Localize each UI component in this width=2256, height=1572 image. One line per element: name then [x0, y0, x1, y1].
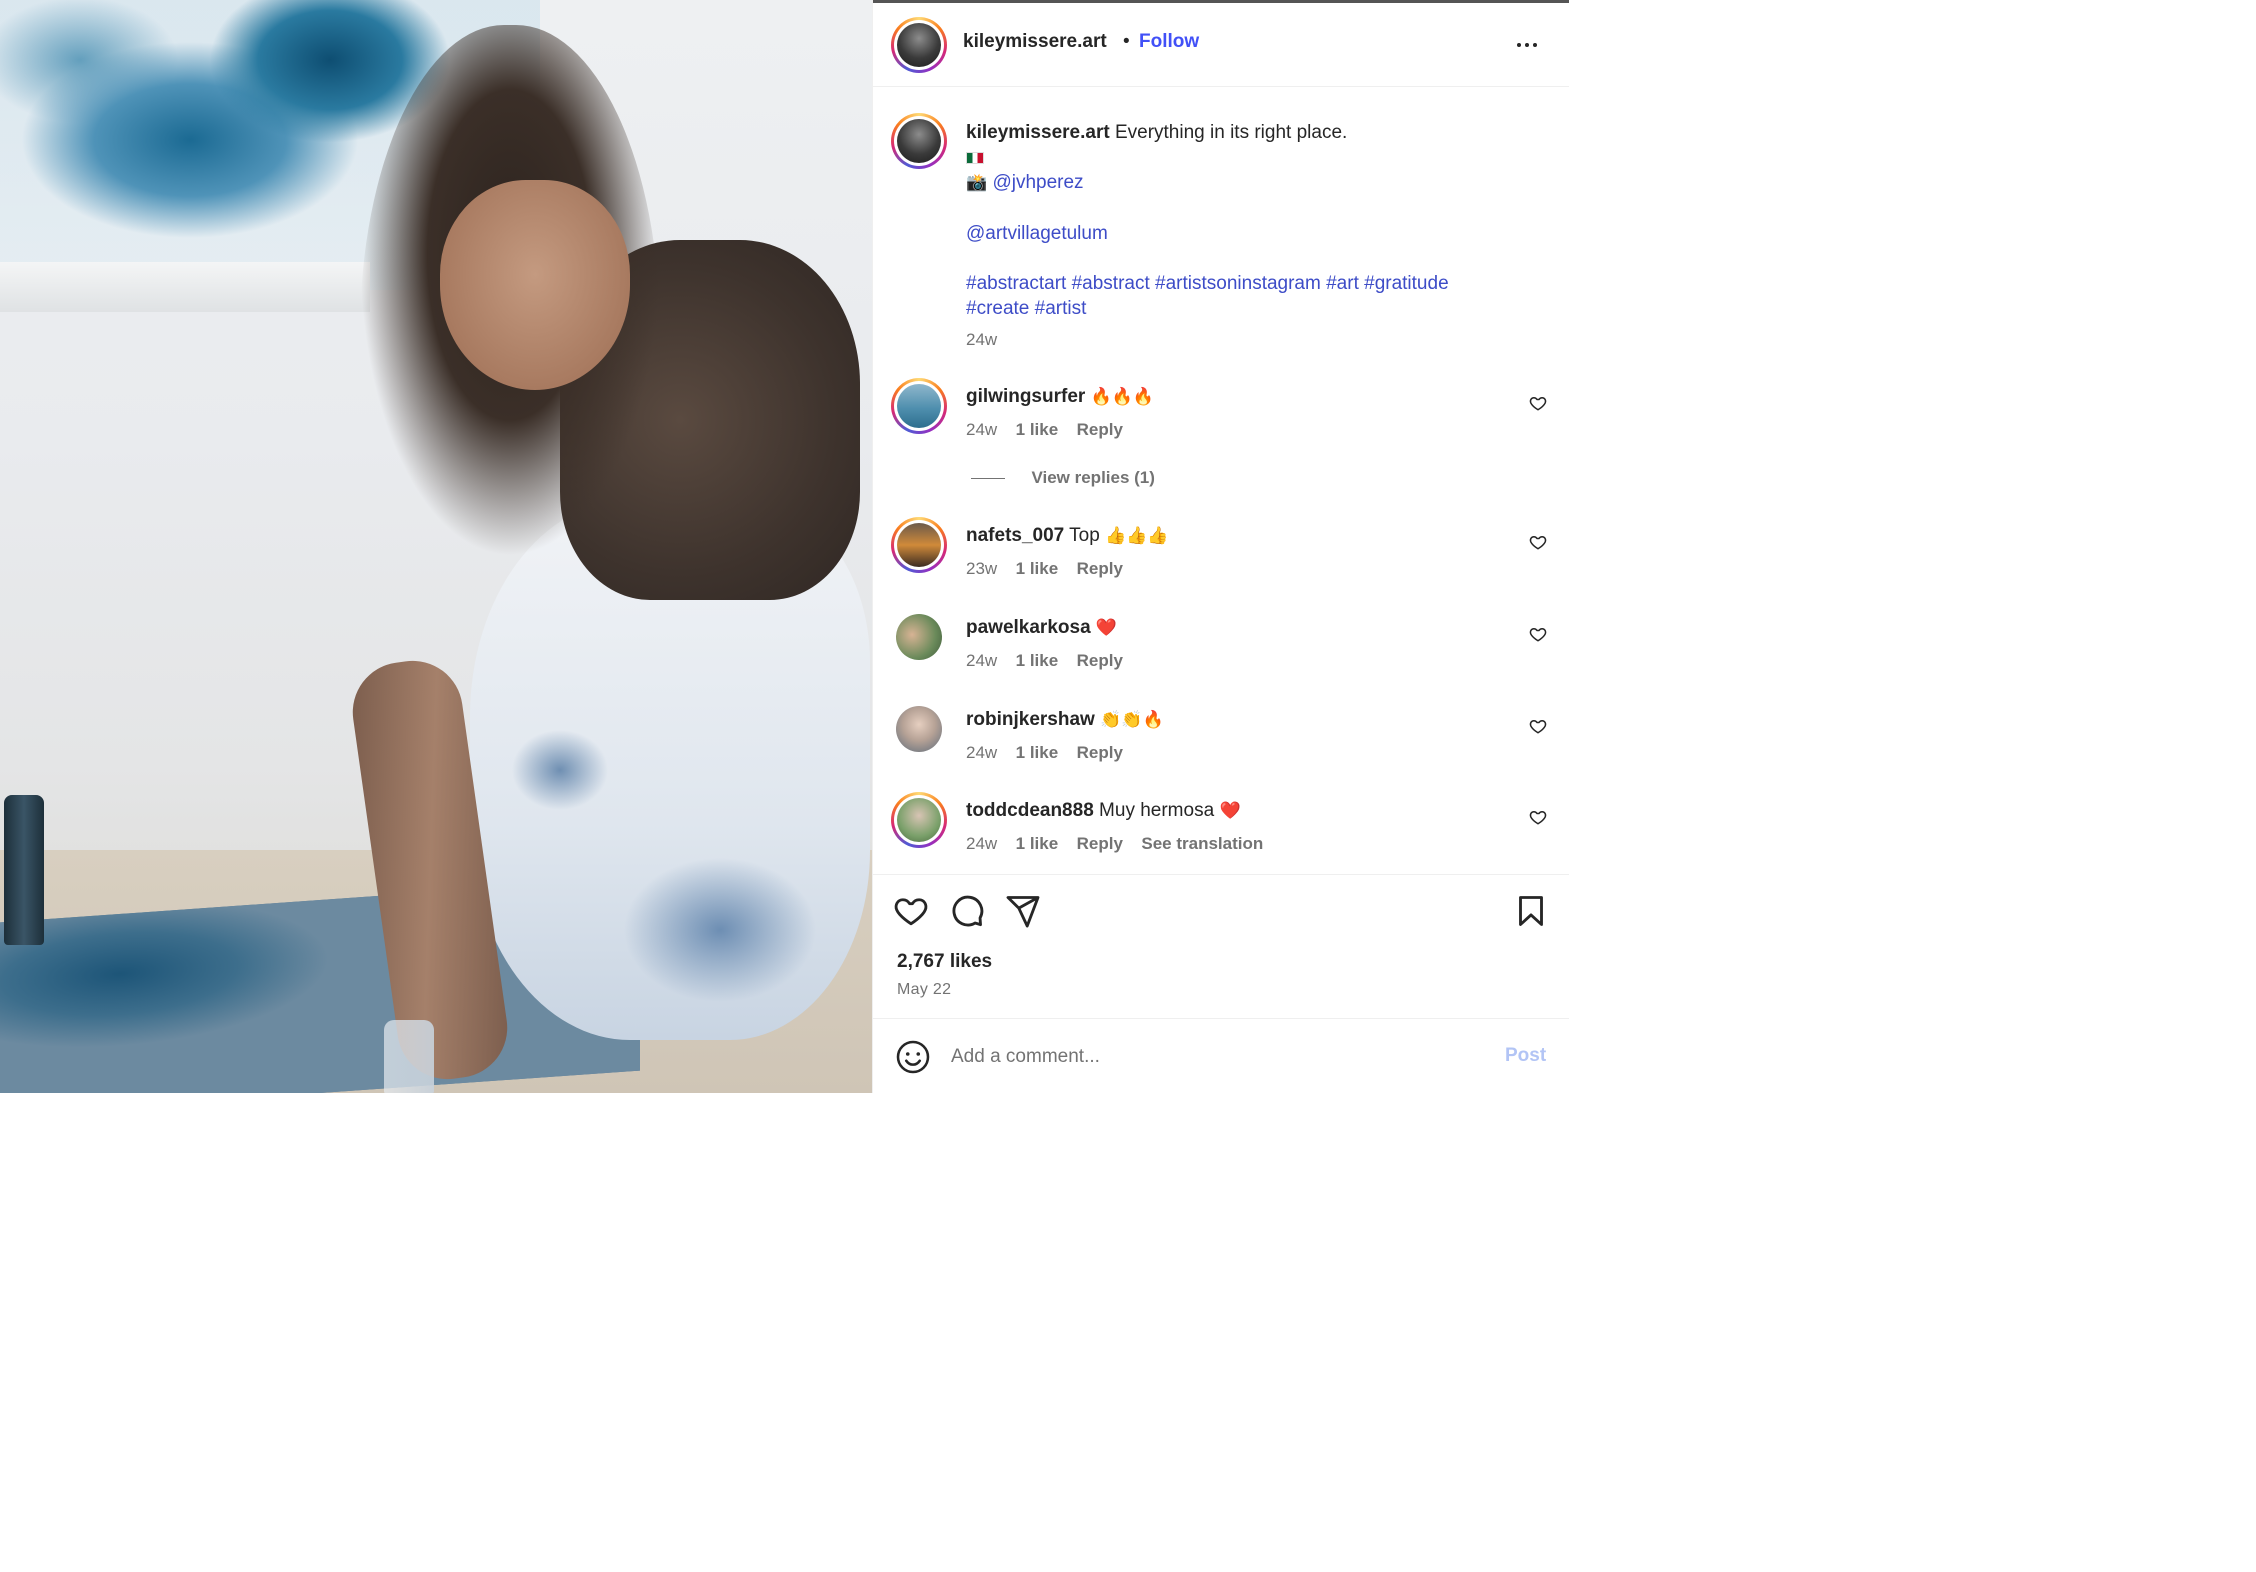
- comment-like-heart-icon[interactable]: [1529, 533, 1547, 551]
- view-replies-button[interactable]: View replies (1): [971, 468, 1155, 488]
- owner-username[interactable]: kileymissere.art: [963, 31, 1107, 53]
- post-side-panel: kileymissere.art • Follow kileymissere.a…: [872, 0, 1569, 1093]
- caption-time[interactable]: 24w: [966, 330, 997, 349]
- paint-bottle: [4, 795, 44, 945]
- comment-time[interactable]: 24w: [966, 743, 997, 762]
- bookmark-icon[interactable]: [1513, 893, 1549, 929]
- follow-button[interactable]: Follow: [1139, 31, 1199, 53]
- comment-input[interactable]: [951, 1041, 1471, 1073]
- reply-button[interactable]: Reply: [1077, 743, 1123, 762]
- comment-time[interactable]: 24w: [966, 834, 997, 853]
- commenter-username[interactable]: pawelkarkosa: [966, 617, 1091, 638]
- comment-time[interactable]: 23w: [966, 559, 997, 578]
- likes-count[interactable]: 2,767 likes: [897, 951, 992, 973]
- replies-dash: [971, 478, 1005, 480]
- comment-like-heart-icon[interactable]: [1529, 625, 1547, 643]
- caption: kileymissere.art Everything in its right…: [966, 120, 1546, 352]
- commenter-username[interactable]: gilwingsurfer: [966, 386, 1085, 407]
- commenter-avatar[interactable]: [896, 706, 942, 752]
- commenter-username[interactable]: nafets_007: [966, 525, 1064, 546]
- comment-likes[interactable]: 1 like: [1016, 651, 1059, 670]
- comment-emoji: ❤️: [1095, 618, 1118, 638]
- paper-plane-icon[interactable]: [1005, 893, 1041, 929]
- mexico-flag-icon: [966, 151, 984, 164]
- comments-section[interactable]: kileymissere.art Everything in its right…: [873, 88, 1569, 874]
- commenter-avatar[interactable]: [891, 378, 947, 434]
- post-date[interactable]: May 22: [897, 981, 951, 999]
- comment-emoji: 👏👏🔥: [1100, 710, 1164, 730]
- smiley-icon[interactable]: [895, 1039, 931, 1075]
- reply-button[interactable]: Reply: [1077, 651, 1123, 670]
- comment-text: Muy hermosa: [1099, 800, 1215, 821]
- comment-emoji: 🔥🔥🔥: [1090, 387, 1155, 407]
- comment-text: Top: [1069, 525, 1100, 546]
- comment-likes[interactable]: 1 like: [1016, 743, 1059, 762]
- comment-likes[interactable]: 1 like: [1016, 834, 1059, 853]
- comment-icon[interactable]: [949, 893, 985, 929]
- commenter-avatar[interactable]: [891, 517, 947, 573]
- comment-time[interactable]: 24w: [966, 420, 997, 439]
- camera-icon: 📸: [966, 173, 988, 193]
- reply-button[interactable]: Reply: [1077, 559, 1123, 578]
- owner-avatar[interactable]: [891, 17, 947, 73]
- separator-dot: •: [1123, 31, 1130, 52]
- comment-like-heart-icon[interactable]: [1529, 394, 1547, 412]
- glass-jar: [384, 1020, 434, 1093]
- commenter-username[interactable]: robinjkershaw: [966, 709, 1095, 730]
- post-image[interactable]: [0, 0, 872, 1093]
- add-comment-bar: Post: [873, 1018, 1569, 1093]
- view-replies-label: View replies (1): [1031, 468, 1155, 487]
- comment-like-heart-icon[interactable]: [1529, 717, 1547, 735]
- painting-edge: [0, 262, 370, 312]
- location-mention[interactable]: @artvillagetulum: [966, 223, 1108, 244]
- post-header: kileymissere.art • Follow: [873, 3, 1569, 87]
- more-horizontal-icon[interactable]: [1515, 33, 1539, 57]
- commenter-avatar[interactable]: [891, 792, 947, 848]
- reply-button[interactable]: Reply: [1077, 834, 1123, 853]
- heart-icon[interactable]: [893, 893, 929, 929]
- comment-emoji: ❤️: [1219, 801, 1241, 821]
- post-actions: 2,767 likes May 22: [873, 874, 1569, 1018]
- comment-like-heart-icon[interactable]: [1529, 808, 1547, 826]
- photographer-mention[interactable]: @jvhperez: [992, 172, 1083, 193]
- face: [440, 180, 630, 390]
- post-button[interactable]: Post: [1505, 1045, 1546, 1067]
- comment-likes[interactable]: 1 like: [1016, 559, 1059, 578]
- reply-button[interactable]: Reply: [1077, 420, 1123, 439]
- comment-likes[interactable]: 1 like: [1016, 420, 1059, 439]
- see-translation-button[interactable]: See translation: [1141, 834, 1263, 853]
- hashtags-line-1[interactable]: #abstractart #abstract #artistsoninstagr…: [966, 273, 1449, 294]
- hashtags-line-2[interactable]: #create #artist: [966, 298, 1086, 319]
- caption-text: Everything in its right place.: [1114, 122, 1348, 143]
- commenter-username[interactable]: toddcdean888: [966, 800, 1094, 821]
- comment-emoji: 👍👍👍: [1105, 526, 1169, 546]
- caption-username[interactable]: kileymissere.art: [966, 122, 1110, 143]
- comment-time[interactable]: 24w: [966, 651, 997, 670]
- caption-avatar[interactable]: [891, 113, 947, 169]
- commenter-avatar[interactable]: [896, 614, 942, 660]
